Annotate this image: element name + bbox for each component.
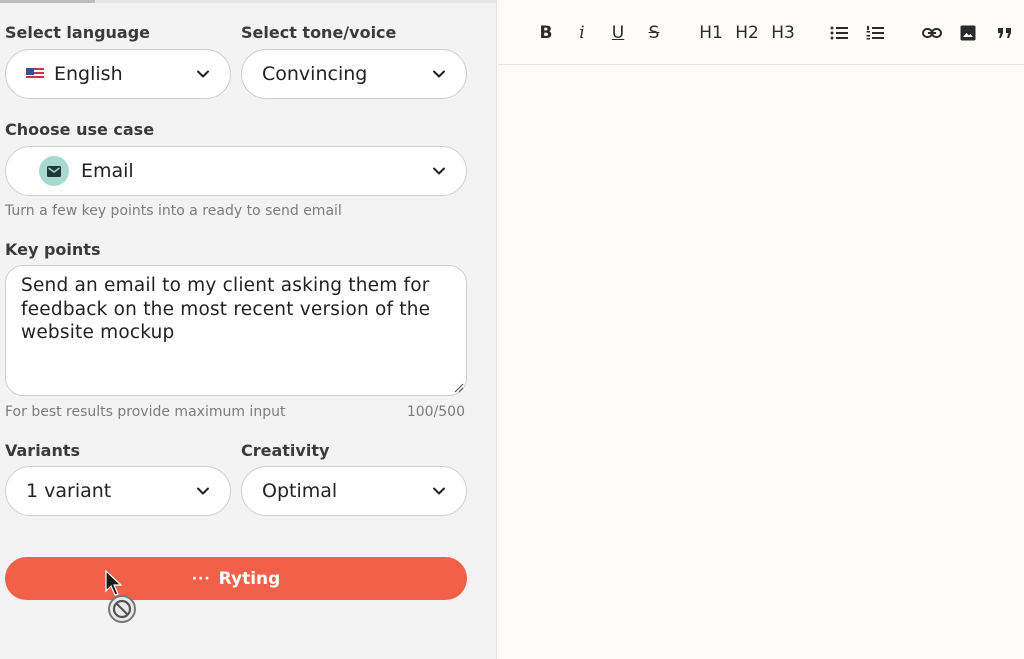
character-counter: 100/500	[406, 404, 465, 420]
heading-2-button[interactable]: H2	[734, 22, 760, 44]
key-points-text: Send an email to my client asking them f…	[21, 275, 431, 343]
creativity-value: Optimal	[262, 480, 338, 502]
use-case-label: Choose use case	[5, 120, 155, 139]
chevron-down-icon	[433, 70, 445, 78]
numbered-list-icon	[866, 26, 884, 40]
chevron-down-icon	[197, 487, 209, 495]
numbered-list-button[interactable]	[866, 22, 884, 44]
mail-icon	[39, 156, 69, 186]
loading-dots: ···	[191, 570, 211, 587]
key-points-label: Key points	[5, 240, 101, 259]
bullet-list-icon	[830, 26, 848, 40]
loading-progress-track	[0, 0, 497, 3]
language-select[interactable]: English	[5, 49, 231, 99]
tone-label: Select tone/voice	[241, 23, 397, 42]
use-case-select[interactable]: Email	[5, 146, 467, 196]
image-button[interactable]	[959, 22, 977, 44]
variants-label: Variants	[5, 441, 81, 460]
use-case-hint: Turn a few key points into a ready to se…	[5, 203, 342, 219]
language-label: Select language	[5, 23, 151, 42]
image-icon	[960, 25, 976, 41]
italic-button[interactable]: i	[576, 22, 588, 44]
resize-handle-icon[interactable]	[452, 381, 464, 393]
key-points-textarea[interactable]: Send an email to my client asking them f…	[5, 265, 467, 396]
bold-button[interactable]: B	[538, 22, 554, 44]
chevron-down-icon	[433, 487, 445, 495]
tone-select[interactable]: Convincing	[241, 49, 467, 99]
tone-value: Convincing	[262, 63, 368, 85]
heading-3-button[interactable]: H3	[770, 22, 796, 44]
creativity-select[interactable]: Optimal	[241, 466, 467, 516]
chevron-down-icon	[433, 167, 445, 175]
underline-button[interactable]: U	[610, 22, 626, 44]
link-icon	[922, 28, 942, 38]
editor-content-area[interactable]	[498, 66, 1024, 659]
settings-panel: Select language English Select tone/voic…	[0, 0, 497, 659]
language-value: English	[54, 63, 123, 85]
ryting-button-label: Ryting	[218, 568, 281, 589]
link-button[interactable]	[922, 22, 942, 44]
not-allowed-cursor-icon	[105, 569, 136, 623]
us-flag-icon	[26, 68, 44, 80]
ryting-button[interactable]: ··· Ryting	[5, 557, 467, 600]
variants-value: 1 variant	[26, 480, 112, 502]
variants-select[interactable]: 1 variant	[5, 466, 231, 516]
strikethrough-button[interactable]: S	[646, 22, 662, 44]
bullet-list-button[interactable]	[830, 22, 848, 44]
heading-1-button[interactable]: H1	[698, 22, 724, 44]
quote-button[interactable]	[996, 22, 1014, 44]
use-case-value: Email	[81, 160, 134, 182]
chevron-down-icon	[197, 70, 209, 78]
key-points-hint: For best results provide maximum input	[5, 404, 286, 420]
editor-toolbar: B i U S H1 H2 H3	[498, 0, 1024, 65]
loading-progress-fill	[0, 0, 95, 3]
creativity-label: Creativity	[241, 441, 330, 460]
quote-icon	[998, 28, 1011, 38]
